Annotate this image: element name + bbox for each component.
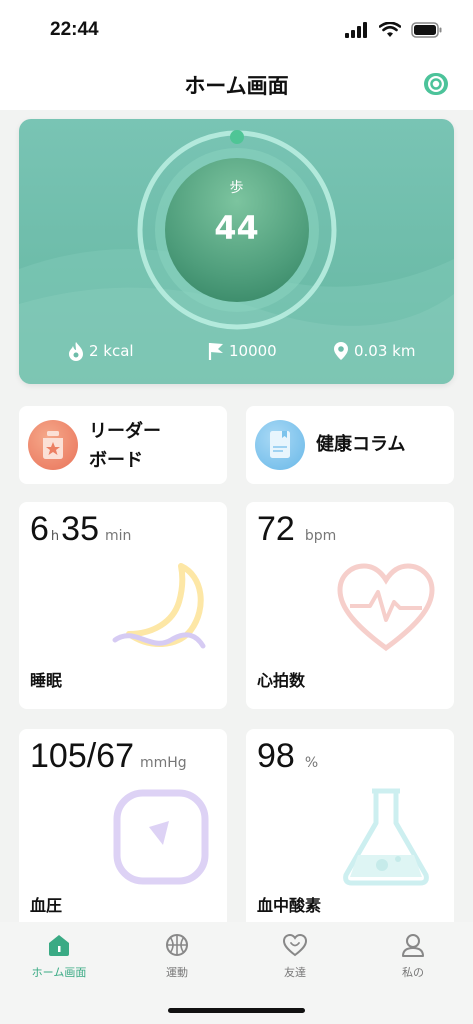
flask-icon: [343, 788, 429, 886]
gauge-icon: [113, 789, 209, 885]
status-time: 22:44: [50, 19, 99, 40]
signal-icon: [345, 22, 367, 38]
blood-oxygen-unit: %: [304, 755, 319, 771]
tab-profile[interactable]: 私の: [354, 932, 472, 980]
goal-value: 10000: [229, 342, 277, 360]
tab-profile-label: 私の: [402, 966, 424, 979]
steps-label: 歩: [229, 180, 244, 196]
tab-exercise-label: 運動: [166, 966, 188, 979]
heart-rate-name: 心拍数: [257, 671, 306, 690]
sleep-hours-unit: h: [50, 529, 60, 544]
flag-icon: [208, 343, 223, 360]
blood-pressure-unit: mmHg: [140, 755, 187, 771]
heart-rate-card[interactable]: 72 bpm 心拍数: [246, 502, 454, 709]
header: ホーム画面: [0, 58, 473, 110]
trophy-jar-icon: [28, 420, 78, 470]
page-title: ホーム画面: [184, 74, 289, 98]
blood-pressure-card[interactable]: 105/67 mmHg 血圧: [19, 729, 227, 924]
steps-card[interactable]: 歩 44 2 kcal 10000 0.03 km: [19, 119, 454, 384]
calories-value: 2 kcal: [89, 342, 134, 360]
sleep-minutes: 35: [61, 510, 99, 548]
tab-home-label: ホーム画面: [31, 966, 87, 979]
sleep-value: 6 h 35 min: [30, 510, 131, 549]
flame-icon: [69, 342, 83, 361]
heart-rate-unit: bpm: [304, 528, 337, 544]
tab-exercise[interactable]: 運動: [118, 932, 236, 980]
blood-pressure-value-group: 105/67 mmHg: [30, 737, 187, 776]
tab-friends[interactable]: 友達: [236, 932, 354, 980]
moon-icon: [112, 563, 206, 649]
heart-rate-value-group: 72 bpm: [257, 510, 336, 549]
calories-stat: 2 kcal: [67, 341, 134, 361]
basketball-icon: [166, 934, 188, 956]
sleep-card[interactable]: 6 h 35 min 睡眠: [19, 502, 227, 709]
step-stats: 2 kcal 10000 0.03 km: [19, 341, 454, 365]
wifi-icon: [379, 22, 401, 37]
status-bar: 22:44: [0, 0, 473, 58]
health-column-card[interactable]: 健康コラム: [246, 406, 454, 484]
watch-icon[interactable]: [421, 69, 451, 99]
goal-stat: 10000: [207, 341, 277, 361]
location-pin-icon: [334, 342, 348, 360]
blood-pressure-name: 血圧: [30, 896, 63, 915]
steps-value: 44: [214, 209, 259, 247]
sleep-name: 睡眠: [30, 671, 63, 690]
tab-home[interactable]: ホーム画面: [0, 932, 118, 980]
heart-rate-value: 72: [257, 510, 295, 548]
sleep-minutes-unit: min: [105, 528, 132, 544]
distance-stat: 0.03 km: [332, 341, 415, 361]
blood-oxygen-card[interactable]: 98 % 血中酸素: [246, 729, 454, 924]
blood-oxygen-value-group: 98 %: [257, 737, 318, 776]
leaderboard-label-line1: リーダー: [89, 421, 161, 442]
home-icon: [49, 935, 69, 956]
article-icon: [255, 420, 305, 470]
home-indicator: [168, 1008, 305, 1013]
leaderboard-card[interactable]: リーダー ボード: [19, 406, 227, 484]
distance-value: 0.03 km: [354, 342, 416, 360]
user-icon: [402, 934, 424, 957]
sleep-hours: 6: [30, 510, 49, 548]
health-column-label: 健康コラム: [316, 434, 406, 455]
tab-friends-label: 友達: [284, 966, 306, 979]
status-icons: [345, 22, 443, 38]
blood-oxygen-value: 98: [257, 737, 295, 775]
battery-icon: [411, 22, 442, 38]
blood-pressure-value: 105/67: [30, 737, 134, 775]
friend-heart-icon: [282, 933, 308, 957]
leaderboard-label-line2: ボード: [89, 450, 143, 471]
heart-pulse-icon: [337, 563, 435, 652]
blood-oxygen-name: 血中酸素: [257, 896, 322, 915]
